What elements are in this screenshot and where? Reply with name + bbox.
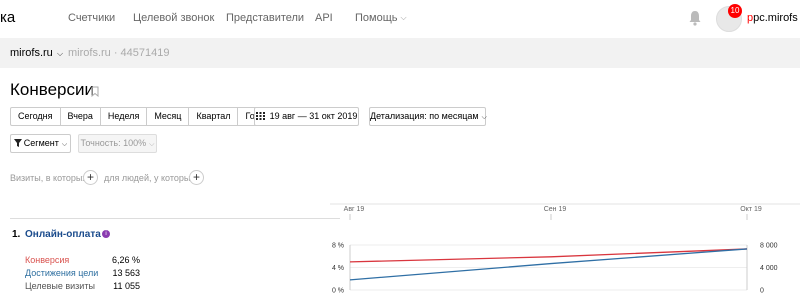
x-tick-label: Сен 19	[544, 206, 567, 213]
achievements-series-line	[349, 248, 748, 281]
filter-icon	[13, 139, 22, 147]
user-login-rest: pc.mirofs	[753, 12, 798, 24]
right-axis-tick-label: 8 000	[760, 243, 778, 250]
user-login[interactable]: ppc.mirofs	[747, 12, 798, 24]
x-tick-label: Авг 19	[344, 206, 365, 213]
logo[interactable]: ка	[0, 9, 15, 26]
right-axis-tick-label: 4 000	[760, 265, 778, 272]
counter-id: mirofs.ru · 44571419	[68, 47, 170, 59]
calendar-icon	[255, 112, 265, 120]
period-month-button[interactable]: Месяц	[147, 108, 190, 125]
people-filter-label: для людей, у которых	[104, 173, 195, 183]
chevron-down-icon: ⌵	[400, 13, 407, 22]
visits-filter-label: Визиты, в которых	[10, 173, 87, 183]
nav-help-label: Помощь	[355, 12, 398, 24]
nav-help[interactable]: Помощь ⌵	[355, 12, 407, 24]
chevron-down-icon: ⌵	[61, 141, 68, 148]
metric-achievements-value: 13 563	[112, 268, 140, 278]
period-week-button[interactable]: Неделя	[101, 108, 148, 125]
metric-conversion-label: Конверсия	[25, 255, 70, 265]
date-range-button[interactable]: 19 авг — 31 окт 2019	[254, 107, 359, 126]
top-navigation-bar: ка Счетчики Целевой звонок Представители…	[0, 0, 800, 38]
accuracy-selector[interactable]: Точность: 100% ⌵	[78, 134, 157, 153]
date-range-label: 19 авг — 31 окт 2019	[269, 111, 358, 121]
notification-badge: 10	[728, 4, 742, 18]
conversion-series-line	[349, 248, 748, 263]
metric-conversion-value: 6,26 %	[111, 255, 140, 265]
bookmark-icon[interactable]	[91, 86, 99, 97]
left-axis-tick-label: 0 %	[332, 288, 344, 295]
chevron-down-icon: ⌵	[54, 49, 64, 58]
detail-label: Детализация: по месяцам	[370, 111, 479, 121]
nav-api[interactable]: API	[315, 12, 333, 24]
period-quarter-button[interactable]: Квартал	[189, 108, 239, 125]
add-people-filter-button[interactable]: +	[189, 170, 204, 185]
plus-icon: +	[192, 170, 200, 184]
conversion-chart: Авг 19 Сен 19 Окт 19 8 % 4 % 0 % 8 000 4 000 0	[330, 203, 800, 295]
add-visits-filter-button[interactable]: +	[83, 170, 98, 185]
period-selector: Сегодня Вчера Неделя Месяц Квартал Год	[10, 107, 268, 126]
segment-label: Сегмент	[23, 138, 59, 148]
metric-target-visits-label: Целевые визиты	[25, 281, 95, 291]
counter-selector[interactable]: mirofs.ru ⌵	[10, 47, 63, 59]
counter-bar: mirofs.ru ⌵ mirofs.ru · 44571419	[0, 38, 800, 68]
plus-icon: +	[86, 170, 94, 184]
metric-achievements-label: Достижения цели	[25, 268, 99, 278]
divider	[10, 218, 340, 219]
chevron-down-icon: ⌵	[481, 114, 487, 121]
segment-button[interactable]: Сегмент ⌵	[10, 134, 71, 153]
counter-name: mirofs.ru	[10, 47, 53, 59]
goal-name-link[interactable]: Онлайн-оплата	[25, 229, 101, 240]
page-title: Конверсии	[10, 80, 94, 99]
right-axis-tick-label: 0	[760, 288, 764, 295]
detail-selector[interactable]: Детализация: по месяцам ⌵	[369, 107, 487, 126]
info-icon[interactable]: i	[102, 230, 110, 238]
period-today-button[interactable]: Сегодня	[11, 108, 61, 125]
period-yesterday-button[interactable]: Вчера	[61, 108, 101, 125]
left-axis-tick-label: 4 %	[332, 265, 344, 272]
chevron-down-icon: ⌵	[149, 141, 155, 148]
nav-target-call[interactable]: Целевой звонок	[133, 12, 214, 24]
nav-representatives[interactable]: Представители	[226, 12, 304, 24]
metric-target-visits-value: 11 055	[113, 281, 140, 291]
bell-icon[interactable]	[688, 10, 702, 26]
x-tick-label: Окт 19	[740, 206, 762, 213]
nav-counters[interactable]: Счетчики	[68, 12, 115, 24]
left-axis-tick-label: 8 %	[332, 243, 344, 250]
accuracy-label: Точность: 100%	[80, 138, 147, 148]
goal-number: 1.	[12, 229, 21, 240]
